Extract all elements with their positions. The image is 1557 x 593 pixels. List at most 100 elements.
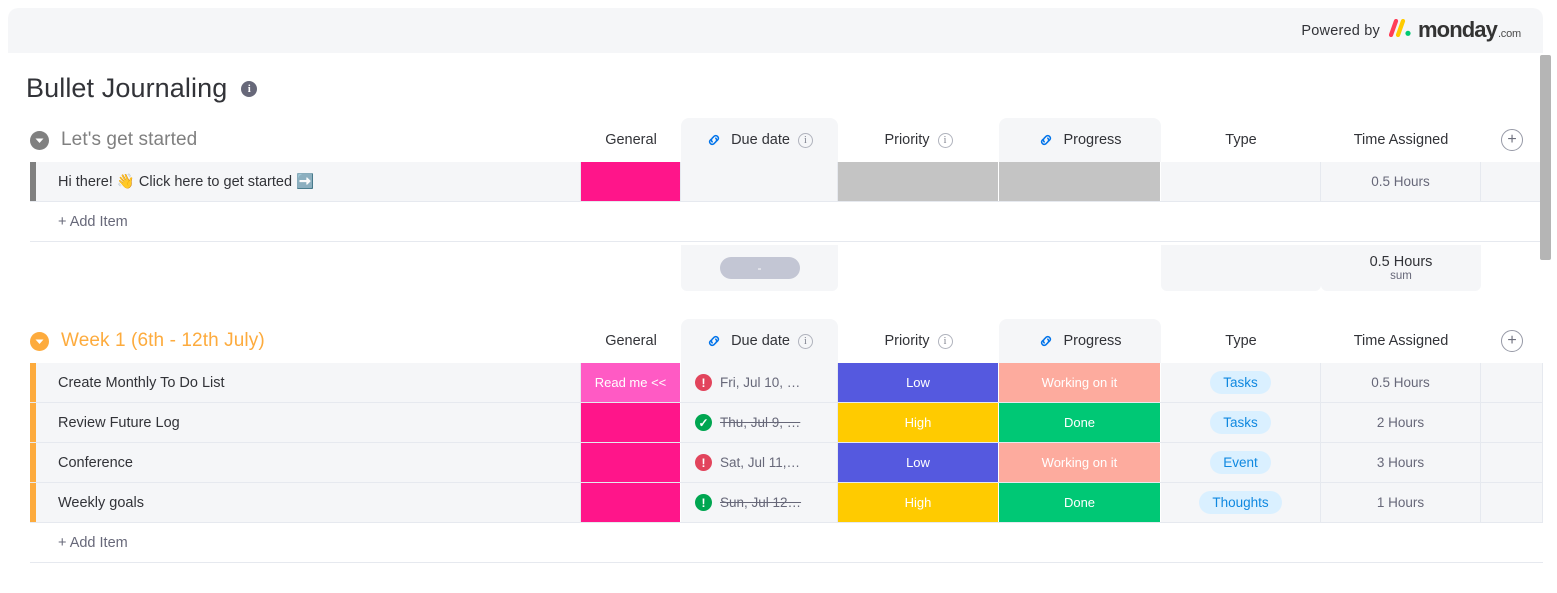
column-label-priority: Priority xyxy=(884,132,930,148)
cell-priority[interactable]: Low xyxy=(838,443,999,482)
type-tag: Tasks xyxy=(1210,411,1271,434)
table-row[interactable]: Review Future Log ✓ Thu, Jul 9, … High D… xyxy=(30,403,1543,443)
cell-type[interactable]: Event xyxy=(1161,443,1321,482)
cell-due-date[interactable] xyxy=(681,162,838,201)
table-row[interactable]: Conference ! Sat, Jul 11,… Low Working o… xyxy=(30,443,1543,483)
column-headers: General Due date i Priority i Progress T… xyxy=(581,319,1543,363)
board-title-row: Bullet Journaling i xyxy=(8,53,1543,104)
group-header: Week 1 (6th - 12th July) General Due dat… xyxy=(8,319,1543,363)
add-item-row[interactable]: + Add Item xyxy=(30,523,1543,563)
column-label-time-assigned: Time Assigned xyxy=(1353,333,1449,349)
column-label-general: General xyxy=(605,132,657,148)
priority-info-icon[interactable]: i xyxy=(937,132,953,148)
summary-progress xyxy=(999,245,1161,291)
cell-time-assigned[interactable]: 3 Hours xyxy=(1321,443,1481,482)
cell-due-date[interactable]: ! Sun, Jul 12… xyxy=(681,483,838,522)
column-label-due-date: Due date xyxy=(731,132,790,148)
cell-time-assigned[interactable]: 0.5 Hours xyxy=(1321,363,1481,402)
row-title[interactable]: Create Monthly To Do List xyxy=(36,363,581,402)
board-info-icon[interactable]: i xyxy=(241,80,258,97)
column-label-priority: Priority xyxy=(884,333,930,349)
cell-general[interactable] xyxy=(581,403,681,442)
column-header-progress[interactable]: Progress xyxy=(999,118,1161,162)
column-header-general[interactable]: General xyxy=(581,319,681,363)
priority-info-icon[interactable]: i xyxy=(937,333,953,349)
chevron-down-circle-icon[interactable] xyxy=(30,331,49,351)
cell-spacer xyxy=(1481,483,1543,522)
row-title[interactable]: Hi there! 👋 Click here to get started ➡️ xyxy=(36,162,581,201)
cell-progress[interactable]: Working on it xyxy=(999,443,1161,482)
cell-time-assigned[interactable]: 2 Hours xyxy=(1321,403,1481,442)
cell-general[interactable] xyxy=(581,443,681,482)
summary-time-label: sum xyxy=(1390,270,1412,283)
cell-type[interactable]: Tasks xyxy=(1161,363,1321,402)
table-row[interactable]: Create Monthly To Do List Read me << ! F… xyxy=(30,363,1543,403)
add-item-label[interactable]: + Add Item xyxy=(36,535,128,551)
due-status-icon: ✓ xyxy=(695,414,712,431)
group-title[interactable]: Let's get started xyxy=(61,129,197,151)
row-title[interactable]: Weekly goals xyxy=(36,483,581,522)
powered-by-label: Powered by xyxy=(1301,22,1380,39)
column-header-general[interactable]: General xyxy=(581,118,681,162)
cell-progress[interactable]: Working on it xyxy=(999,363,1161,402)
group-title[interactable]: Week 1 (6th - 12th July) xyxy=(61,330,265,352)
group-rows: Hi there! 👋 Click here to get started ➡️… xyxy=(8,162,1543,242)
cell-due-date[interactable]: ✓ Thu, Jul 9, … xyxy=(681,403,838,442)
cell-general[interactable] xyxy=(581,483,681,522)
column-header-time-assigned[interactable]: Time Assigned xyxy=(1321,118,1481,162)
cell-priority[interactable]: High xyxy=(838,483,999,522)
group-rows: Create Monthly To Do List Read me << ! F… xyxy=(8,363,1543,563)
column-label-progress: Progress xyxy=(1063,132,1122,148)
chevron-down-circle-icon[interactable] xyxy=(30,130,49,150)
column-header-due-date[interactable]: Due date i xyxy=(681,319,838,363)
due-status-icon: ! xyxy=(695,374,712,391)
type-tag: Thoughts xyxy=(1199,491,1282,514)
summary-type xyxy=(1161,245,1321,291)
add-column-cell: + xyxy=(1481,118,1543,162)
cell-priority[interactable]: Low xyxy=(838,363,999,402)
due-date-text: Sat, Jul 11,… xyxy=(720,455,801,470)
cell-type[interactable]: Tasks xyxy=(1161,403,1321,442)
column-header-priority[interactable]: Priority i xyxy=(838,118,999,162)
column-header-time-assigned[interactable]: Time Assigned xyxy=(1321,319,1481,363)
vertical-scrollbar[interactable] xyxy=(1540,55,1551,593)
column-label-type: Type xyxy=(1225,132,1257,148)
column-header-type[interactable]: Type xyxy=(1161,118,1321,162)
summary-time-value: 0.5 Hours xyxy=(1369,253,1433,270)
column-header-priority[interactable]: Priority i xyxy=(838,319,999,363)
cell-time-assigned[interactable]: 1 Hours xyxy=(1321,483,1481,522)
add-item-label[interactable]: + Add Item xyxy=(36,214,128,230)
cell-progress[interactable]: Done xyxy=(999,403,1161,442)
due-date-info-icon[interactable]: i xyxy=(797,132,813,148)
row-title[interactable]: Review Future Log xyxy=(36,403,581,442)
cell-time-assigned[interactable]: 0.5 Hours xyxy=(1321,162,1481,201)
monday-logo[interactable]: monday .com xyxy=(1388,19,1521,42)
group-week-1: Week 1 (6th - 12th July) General Due dat… xyxy=(8,319,1543,563)
cell-priority[interactable]: High xyxy=(838,403,999,442)
scrollbar-thumb[interactable] xyxy=(1540,55,1551,260)
table-row[interactable]: Hi there! 👋 Click here to get started ➡️… xyxy=(30,162,1543,202)
table-row[interactable]: Weekly goals ! Sun, Jul 12… High Done Th… xyxy=(30,483,1543,523)
due-date-info-icon[interactable]: i xyxy=(797,333,813,349)
column-header-due-date[interactable]: Due date i xyxy=(681,118,838,162)
add-column-button[interactable]: + xyxy=(1501,330,1523,352)
cell-due-date[interactable]: ! Sat, Jul 11,… xyxy=(681,443,838,482)
summary-due-date: - xyxy=(681,245,838,291)
cell-type[interactable]: Thoughts xyxy=(1161,483,1321,522)
due-date-text: Thu, Jul 9, … xyxy=(720,415,801,430)
cell-type[interactable] xyxy=(1161,162,1321,201)
cell-general[interactable] xyxy=(581,162,681,201)
row-title[interactable]: Conference xyxy=(36,443,581,482)
cell-priority[interactable] xyxy=(838,162,999,201)
cell-progress[interactable]: Done xyxy=(999,483,1161,522)
cell-general[interactable]: Read me << xyxy=(581,363,681,402)
column-header-type[interactable]: Type xyxy=(1161,319,1321,363)
due-status-icon: ! xyxy=(695,494,712,511)
type-tag: Event xyxy=(1210,451,1271,474)
top-bar: Powered by monday .com xyxy=(8,8,1543,53)
cell-progress[interactable] xyxy=(999,162,1161,201)
add-item-row[interactable]: + Add Item xyxy=(30,202,1543,242)
cell-due-date[interactable]: ! Fri, Jul 10, … xyxy=(681,363,838,402)
add-column-button[interactable]: + xyxy=(1501,129,1523,151)
column-header-progress[interactable]: Progress xyxy=(999,319,1161,363)
